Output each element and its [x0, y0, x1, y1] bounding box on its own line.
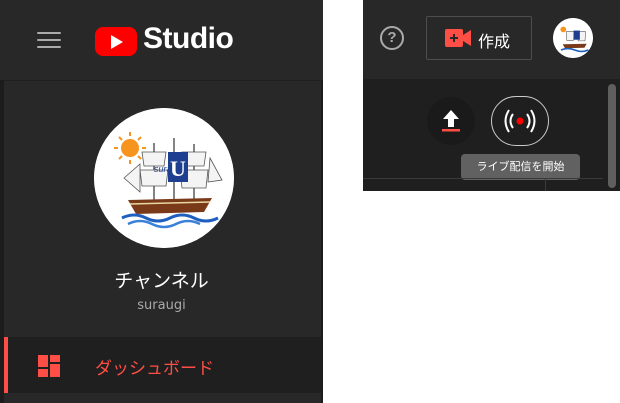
live-tooltip: ライブ配信を開始 — [461, 154, 580, 180]
scrollbar[interactable] — [608, 84, 616, 188]
header-divider — [4, 80, 323, 81]
channel-handle: suraugi — [137, 298, 186, 313]
account-avatar[interactable] — [553, 18, 593, 58]
dashboard-icon — [38, 355, 60, 377]
sidebar-right-edge — [321, 80, 323, 403]
active-indicator — [4, 337, 8, 393]
channel-title: チャンネル — [114, 270, 209, 292]
sidebar-item-label: ダッシュボード — [95, 359, 214, 379]
live-broadcast-icon — [504, 109, 536, 133]
create-button[interactable]: 作成 — [426, 16, 532, 60]
column-divider — [545, 178, 546, 191]
svg-text:U: U — [170, 156, 186, 181]
youtube-play-icon — [95, 27, 137, 56]
video-camera-plus-icon — [445, 29, 471, 47]
content-divider — [363, 178, 603, 179]
upload-icon — [442, 110, 460, 132]
channel-avatar[interactable]: U sura — [94, 108, 234, 248]
go-live-button[interactable] — [491, 96, 549, 146]
sailing-ship-icon — [553, 18, 593, 58]
app-header: Studio — [0, 0, 323, 80]
avatar-sura-text: sura — [154, 164, 172, 174]
help-circle-icon[interactable]: ? — [380, 26, 404, 50]
hamburger-menu-icon[interactable] — [37, 29, 61, 51]
sailing-ship-icon: U sura — [94, 108, 234, 248]
upload-button[interactable] — [427, 97, 475, 145]
logo-text: Studio — [143, 22, 234, 55]
create-button-label: 作成 — [478, 32, 511, 51]
